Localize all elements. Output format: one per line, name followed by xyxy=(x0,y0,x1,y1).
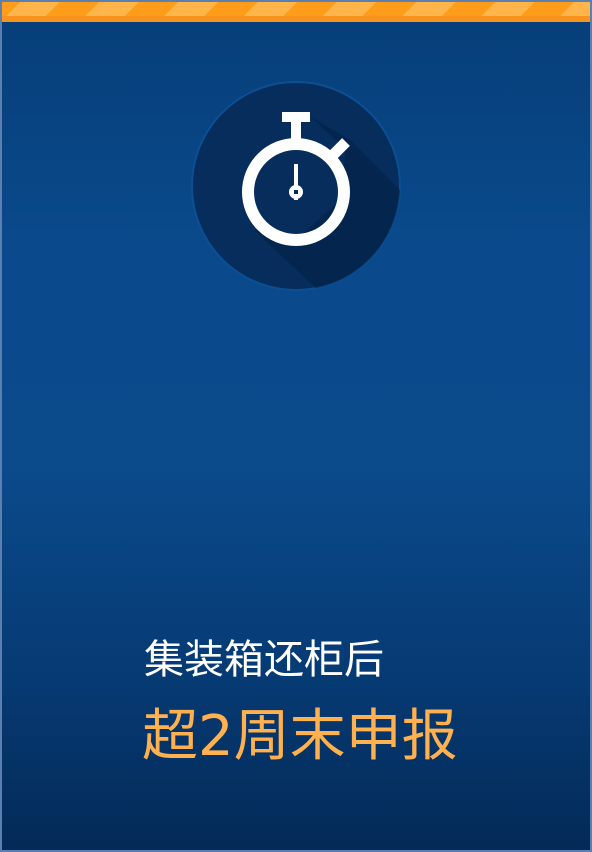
top-accent-line xyxy=(2,16,590,22)
stopwatch-icon xyxy=(190,80,402,292)
highlight-text: 超2周末申报 xyxy=(142,704,458,769)
subtitle-text: 集装箱还柜后 xyxy=(144,637,384,683)
info-card: 集装箱还柜后 超2周末申报 xyxy=(0,0,592,852)
